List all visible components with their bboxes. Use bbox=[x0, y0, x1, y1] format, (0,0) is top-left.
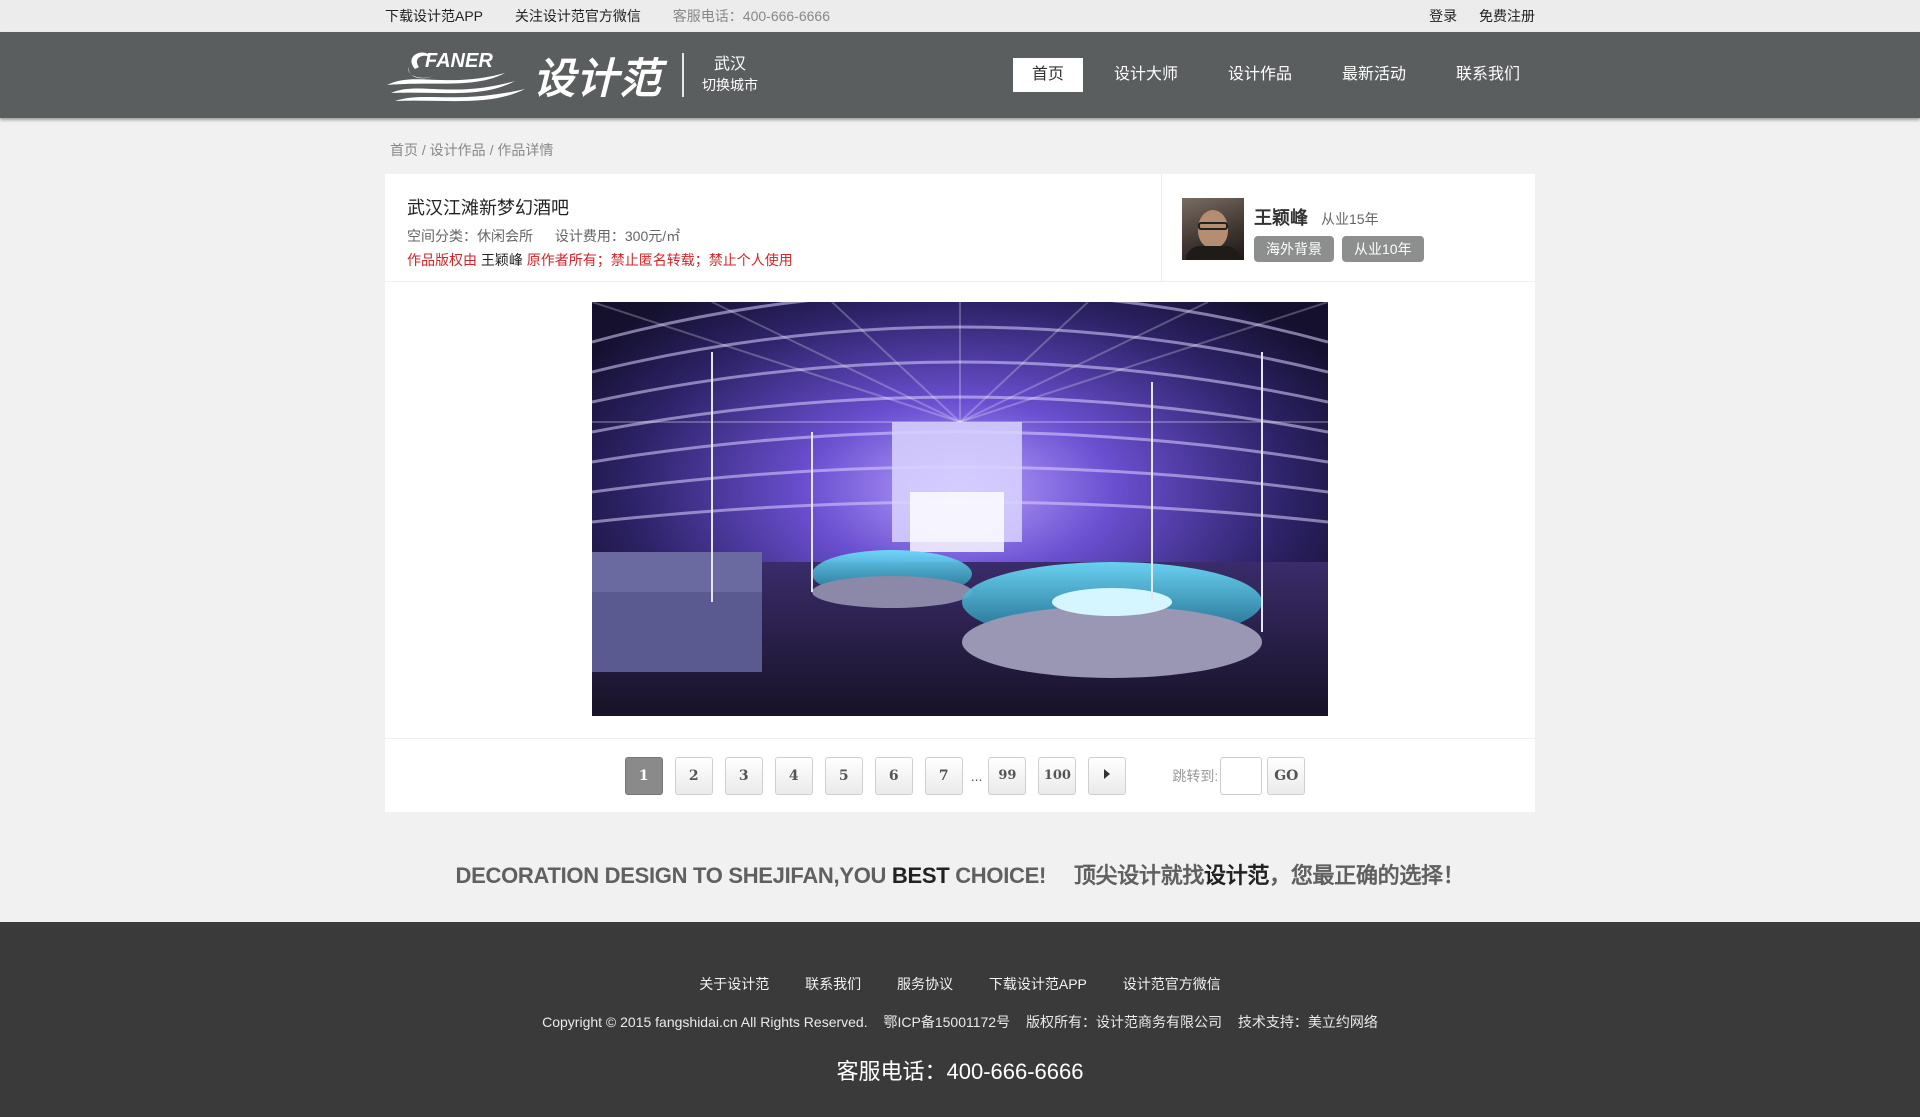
slogan-cn-bold: 设计范 bbox=[1204, 863, 1270, 888]
work-copyright: 作品版权由 王颖峰 原作者所有；禁止匿名转载；禁止个人使用 bbox=[407, 250, 1139, 270]
slogan-en-post: CHOICE! bbox=[955, 863, 1047, 888]
footer-link-about[interactable]: 关于设计范 bbox=[699, 976, 769, 992]
page-button[interactable]: 2 bbox=[674, 756, 713, 795]
nav-works[interactable]: 设计作品 bbox=[1209, 58, 1311, 92]
copyright-suffix: 原作者所有；禁止匿名转载；禁止个人使用 bbox=[526, 252, 793, 268]
work-category: 空间分类：休闲会所 bbox=[407, 228, 533, 244]
caret-right-icon bbox=[1104, 768, 1111, 779]
page-button[interactable]: 6 bbox=[874, 756, 913, 795]
work-fee: 设计费用：300元/㎡ bbox=[554, 228, 681, 244]
slogan: DECORATION DESIGN TO SHEJIFAN,YOU BEST C… bbox=[0, 812, 1920, 923]
footer-links: 关于设计范 联系我们 服务协议 下载设计范APP 设计范官方微信 bbox=[0, 922, 1920, 994]
tech-support: 技术支持：美立约网络 bbox=[1237, 1014, 1378, 1030]
switch-city-link[interactable]: 切换城市 bbox=[702, 75, 758, 95]
footer-link-contact[interactable]: 联系我们 bbox=[805, 976, 861, 992]
work-detail-card: 武汉江滩新梦幻酒吧 空间分类：休闲会所 设计费用：300元/㎡ 作品版权由 王颖… bbox=[385, 174, 1535, 812]
copyright-text: Copyright © 2015 fangshidai.cn All Right… bbox=[542, 1014, 868, 1030]
company-owner: 版权所有：设计范商务有限公司 bbox=[1025, 1014, 1222, 1030]
logo-divider bbox=[682, 53, 685, 97]
designer-tag: 从业10年 bbox=[1342, 236, 1424, 262]
footer-copyright: Copyright © 2015 fangshidai.cn All Right… bbox=[0, 1012, 1920, 1032]
work-meta: 空间分类：休闲会所 设计费用：300元/㎡ bbox=[407, 226, 1139, 246]
jump-label: 跳转到: bbox=[1172, 767, 1219, 784]
top-bar: 下载设计范APP 关注设计范官方微信 客服电话：400-666-6666 登录 … bbox=[0, 0, 1920, 32]
pagination: 1 2 3 4 5 6 7 ... 99 100 跳转到: GO bbox=[385, 739, 1535, 812]
page-ellipsis: ... bbox=[970, 767, 983, 784]
page-button[interactable]: 4 bbox=[774, 756, 813, 795]
logo-en-text: FANER bbox=[425, 50, 493, 72]
jump-page-input[interactable] bbox=[1220, 756, 1263, 795]
next-page-button[interactable] bbox=[1088, 756, 1127, 795]
breadcrumb: 首页 / 设计作品 / 作品详情 bbox=[385, 118, 1535, 174]
footer-link-app[interactable]: 下载设计范APP bbox=[989, 976, 1087, 992]
page-button-current[interactable]: 1 bbox=[624, 756, 663, 795]
main-nav: 首页 设计大师 设计作品 最新活动 联系我们 bbox=[1001, 58, 1539, 92]
page-button[interactable]: 5 bbox=[824, 756, 863, 795]
main-header: FANER 设计范 武汉 切换城市 首页 设计大师 设计作品 最新活动 联系我们 bbox=[0, 32, 1920, 118]
designer-name[interactable]: 王颖峰 bbox=[1254, 208, 1308, 228]
logo-cn-text: 设计范 bbox=[533, 54, 663, 102]
designer-years: 从业15年 bbox=[1321, 211, 1379, 227]
download-app-link[interactable]: 下载设计范APP bbox=[385, 8, 483, 24]
city-switcher[interactable]: 武汉 切换城市 bbox=[702, 55, 758, 95]
copyright-prefix: 作品版权由 bbox=[407, 252, 477, 268]
work-image bbox=[592, 302, 1328, 716]
go-button[interactable]: GO bbox=[1267, 756, 1306, 795]
avatar[interactable] bbox=[1182, 198, 1244, 260]
footer-link-wechat[interactable]: 设计范官方微信 bbox=[1123, 976, 1221, 992]
page-jump: 跳转到: GO bbox=[1172, 756, 1311, 795]
register-link[interactable]: 免费注册 bbox=[1479, 8, 1535, 24]
icp-number[interactable]: 鄂ICP备15001172号 bbox=[884, 1014, 1011, 1030]
nav-home[interactable]: 首页 bbox=[1012, 58, 1083, 92]
breadcrumb-sep: / bbox=[489, 142, 494, 158]
page-button[interactable]: 99 bbox=[988, 756, 1027, 795]
slogan-cn-post: ，您最正确的选择！ bbox=[1269, 863, 1465, 888]
follow-wechat-link[interactable]: 关注设计范官方微信 bbox=[515, 8, 641, 24]
slogan-cn-pre: 顶尖设计就找 bbox=[1073, 863, 1205, 888]
breadcrumb-detail: 作品详情 bbox=[497, 142, 554, 158]
slogan-en-bold: BEST bbox=[891, 863, 950, 888]
current-city: 武汉 bbox=[714, 56, 747, 73]
logo-wave-icon: FANER bbox=[385, 45, 531, 105]
nav-masters[interactable]: 设计大师 bbox=[1095, 58, 1197, 92]
footer-phone: 客服电话：400-666-6666 bbox=[836, 1059, 1084, 1084]
copyright-owner: 王颖峰 bbox=[480, 252, 523, 268]
page-button[interactable]: 3 bbox=[724, 756, 763, 795]
breadcrumb-sep: / bbox=[421, 142, 426, 158]
work-info: 武汉江滩新梦幻酒吧 空间分类：休闲会所 设计费用：300元/㎡ 作品版权由 王颖… bbox=[385, 174, 1161, 281]
nav-contact[interactable]: 联系我们 bbox=[1437, 58, 1539, 92]
slogan-en-pre: DECORATION DESIGN TO SHEJIFAN,YOU bbox=[455, 863, 887, 888]
site-logo[interactable]: FANER 设计范 武汉 切换城市 bbox=[385, 32, 758, 118]
breadcrumb-works[interactable]: 设计作品 bbox=[430, 142, 486, 158]
work-title: 武汉江滩新梦幻酒吧 bbox=[407, 198, 569, 218]
nav-events[interactable]: 最新活动 bbox=[1323, 58, 1425, 92]
login-link[interactable]: 登录 bbox=[1429, 8, 1457, 24]
footer-link-terms[interactable]: 服务协议 bbox=[897, 976, 953, 992]
page-button[interactable]: 7 bbox=[924, 756, 963, 795]
breadcrumb-home[interactable]: 首页 bbox=[390, 142, 418, 158]
designer-card[interactable]: 王颖峰 从业15年 海外背景 从业10年 bbox=[1161, 174, 1535, 281]
service-phone: 客服电话：400-666-6666 bbox=[672, 8, 830, 24]
footer: 关于设计范 联系我们 服务协议 下载设计范APP 设计范官方微信 Copyrig… bbox=[0, 922, 1920, 1117]
designer-tag: 海外背景 bbox=[1254, 236, 1334, 262]
page-button[interactable]: 100 bbox=[1038, 756, 1077, 795]
